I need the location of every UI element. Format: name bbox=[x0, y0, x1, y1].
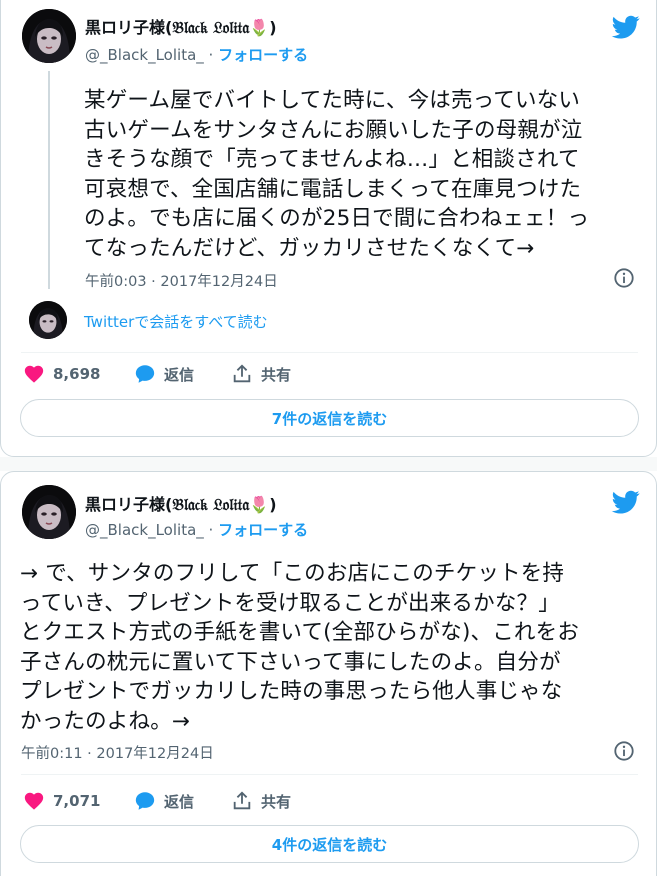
read-conversation-link[interactable]: Twitterで会話をすべて読む bbox=[84, 311, 268, 332]
separator-dot: · bbox=[208, 46, 214, 64]
share-icon bbox=[233, 364, 251, 383]
heart-icon bbox=[24, 365, 44, 383]
author-name-text: 黒ロリ子様(𝔅𝔩𝔞𝔠𝔨 𝔏𝔬𝔩𝔦𝔱𝔞 bbox=[85, 495, 250, 514]
flower-emoji: 🌷 bbox=[249, 18, 270, 37]
share-label: 共有 bbox=[261, 792, 292, 811]
reply-label: 返信 bbox=[164, 792, 195, 811]
follow-button[interactable]: フォローする bbox=[218, 521, 308, 539]
separator-dot: · bbox=[208, 521, 214, 539]
tweet-card-1: 黒ロリ子様(𝔅𝔩𝔞𝔠𝔨 𝔏𝔬𝔩𝔦𝔱𝔞🌷) @_Black_Lolita_ · フ… bbox=[0, 0, 657, 457]
speech-bubble-icon bbox=[135, 792, 155, 810]
like-button[interactable]: 8,698 bbox=[23, 363, 100, 385]
author-name[interactable]: 黒ロリ子様(𝔅𝔩𝔞𝔠𝔨 𝔏𝔬𝔩𝔦𝔱𝔞🌷) bbox=[85, 14, 277, 38]
thread-line bbox=[48, 71, 50, 289]
author-name-close: ) bbox=[269, 18, 277, 37]
info-icon[interactable] bbox=[613, 740, 635, 762]
handle-line: @_Black_Lolita_ · フォローする bbox=[85, 519, 308, 540]
author-name-close: ) bbox=[269, 495, 277, 514]
share-label: 共有 bbox=[261, 365, 292, 384]
read-replies-button[interactable]: 7件の返信を読む bbox=[20, 399, 639, 437]
speech-bubble-icon bbox=[135, 365, 155, 383]
reply-label: 返信 bbox=[164, 365, 195, 384]
author-name-text: 黒ロリ子様(𝔅𝔩𝔞𝔠𝔨 𝔏𝔬𝔩𝔦𝔱𝔞 bbox=[85, 18, 250, 37]
author-handle[interactable]: @_Black_Lolita_ bbox=[85, 46, 204, 64]
info-icon[interactable] bbox=[613, 267, 635, 289]
author-handle[interactable]: @_Black_Lolita_ bbox=[85, 521, 204, 539]
reply-button[interactable]: 返信 bbox=[134, 790, 194, 812]
conversation-avatar[interactable] bbox=[29, 301, 67, 339]
like-button[interactable]: 7,071 bbox=[23, 790, 100, 812]
read-replies-button[interactable]: 4件の返信を読む bbox=[20, 825, 639, 863]
share-button[interactable]: 共有 bbox=[231, 790, 291, 812]
heart-icon bbox=[24, 792, 44, 810]
share-icon bbox=[233, 791, 251, 810]
twitter-bird-icon[interactable] bbox=[610, 488, 642, 516]
card-gap bbox=[0, 457, 657, 471]
handle-line: @_Black_Lolita_ · フォローする bbox=[85, 44, 308, 65]
tweet-text: → で、サンタのフリして「このお店にこのチケットを持 っていき、プレゼントを受け… bbox=[20, 561, 580, 734]
reply-button[interactable]: 返信 bbox=[134, 363, 194, 385]
tweet-text: 某ゲーム屋でバイトしてた時に、今は売っていない 古いゲームをサンタさんにお願いし… bbox=[84, 88, 590, 261]
flower-emoji: 🌷 bbox=[249, 495, 270, 514]
like-count: 7,071 bbox=[53, 792, 101, 810]
tweet-card-2: 黒ロリ子様(𝔅𝔩𝔞𝔠𝔨 𝔏𝔬𝔩𝔦𝔱𝔞🌷) @_Black_Lolita_ · フ… bbox=[0, 471, 657, 876]
tweet-timestamp[interactable]: 午前0:11 · 2017年12月24日 bbox=[21, 742, 214, 763]
divider bbox=[21, 352, 638, 353]
twitter-bird-icon[interactable] bbox=[610, 13, 642, 41]
author-avatar[interactable] bbox=[22, 9, 76, 63]
tweet-timestamp[interactable]: 午前0:03 · 2017年12月24日 bbox=[85, 270, 278, 291]
follow-button[interactable]: フォローする bbox=[218, 46, 308, 64]
divider bbox=[21, 774, 638, 775]
author-name[interactable]: 黒ロリ子様(𝔅𝔩𝔞𝔠𝔨 𝔏𝔬𝔩𝔦𝔱𝔞🌷) bbox=[85, 491, 277, 515]
share-button[interactable]: 共有 bbox=[231, 363, 291, 385]
like-count: 8,698 bbox=[53, 365, 101, 383]
author-avatar[interactable] bbox=[22, 485, 76, 539]
